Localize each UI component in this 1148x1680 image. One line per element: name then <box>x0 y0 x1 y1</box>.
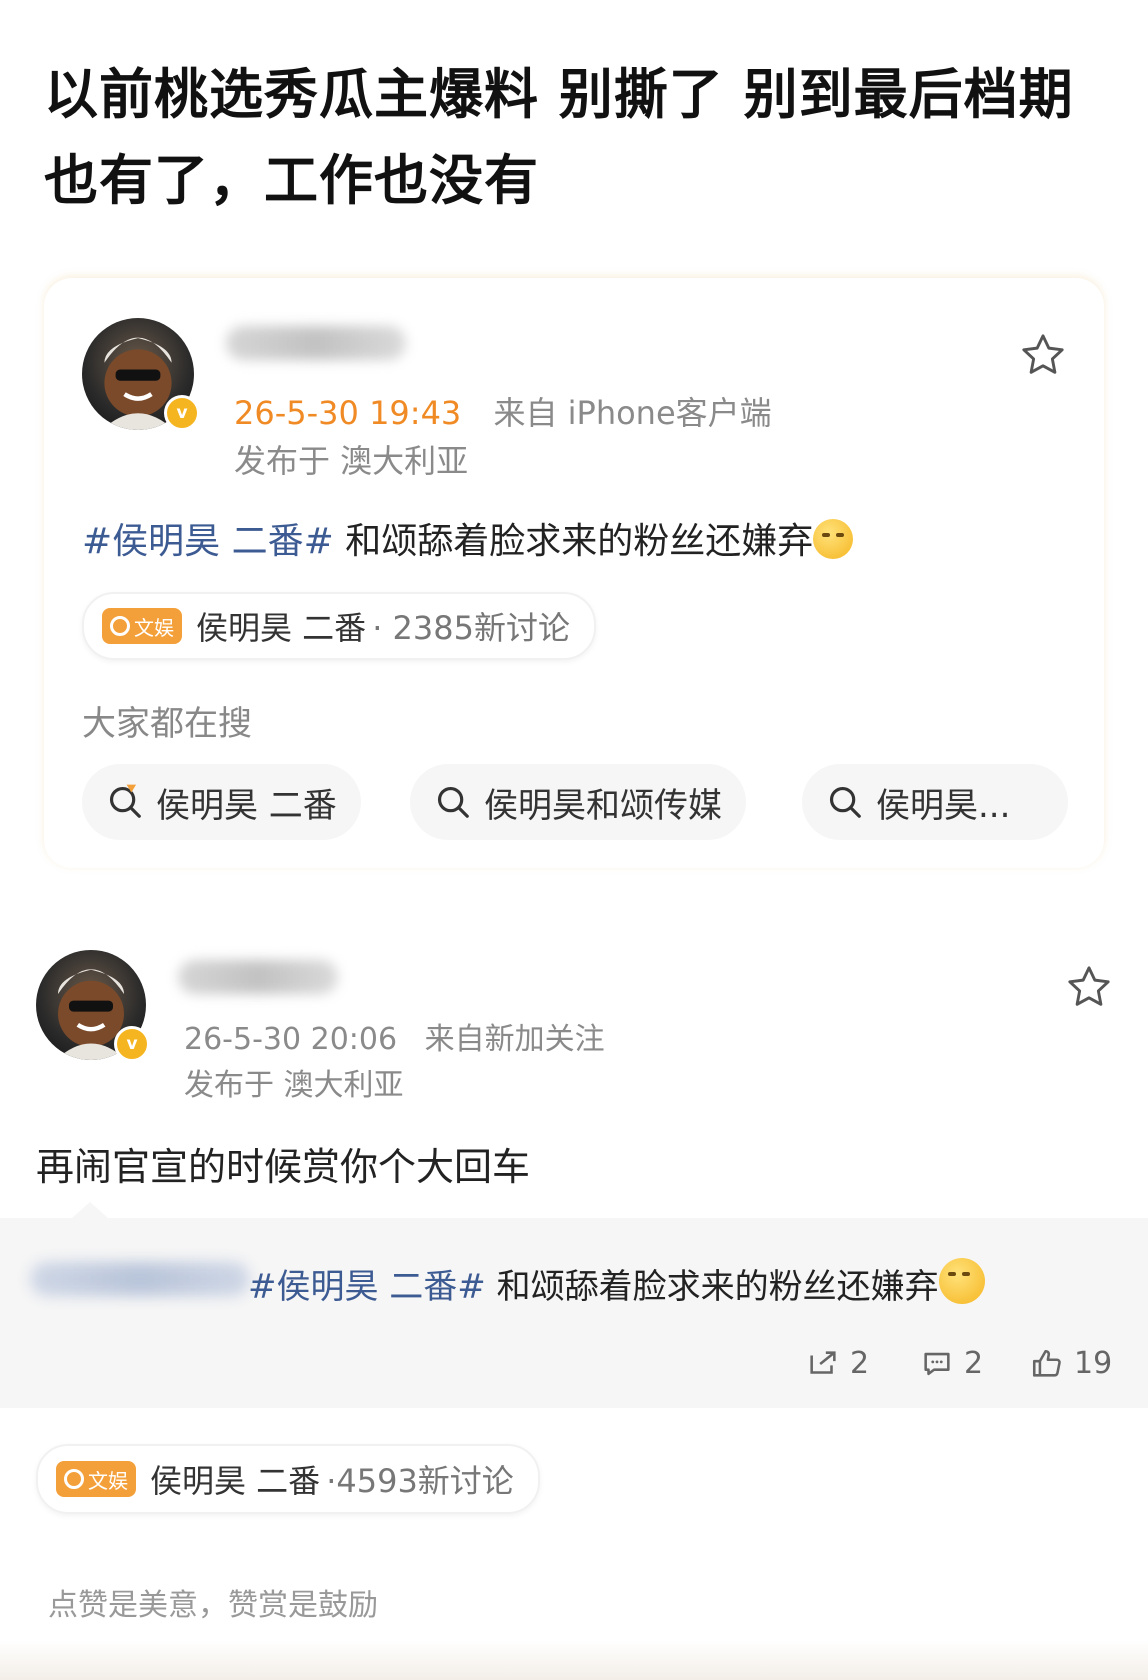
repost-icon <box>810 1350 836 1374</box>
search-icon <box>110 616 130 636</box>
post-location: 发布于 澳大利亚 <box>234 442 469 480</box>
comment-count: 2 <box>964 1346 984 1381</box>
bottom-fade <box>0 1640 1148 1680</box>
wenyu-badge-label: 文娱 <box>88 1468 128 1493</box>
topic-pill[interactable]: 文娱 侯明昊 二番 ·4593新讨论 <box>36 1444 540 1514</box>
search-icon <box>829 786 861 818</box>
post-meta: 26-5-30 20:06 来自新加关注 <box>184 1014 605 1058</box>
post-location: 发布于 澳大利亚 <box>184 1068 404 1103</box>
repost-count: 2 <box>850 1346 870 1381</box>
username-blurred[interactable] <box>226 326 406 360</box>
search-icon <box>64 1469 84 1489</box>
quoted-author-blurred[interactable] <box>30 1262 250 1296</box>
topic-count: ·4593新讨论 <box>326 1462 514 1500</box>
hashtag-link[interactable]: #侯明昊 二番# <box>82 521 334 562</box>
repost-button[interactable]: 2 <box>806 1346 869 1381</box>
post-meta: 26-5-30 19:43 来自 iPhone客户端 <box>234 388 772 434</box>
topic-count: · 2385新讨论 <box>372 609 570 647</box>
headline: 以前桃选秀瓜主爆料 别撕了 别到最后档期也有了，工作也没有 <box>44 63 1074 212</box>
post-time: 26-5-30 20:06 <box>184 1022 398 1057</box>
post-body: 再闹官宣的时候赏你个大回车 <box>36 1145 531 1189</box>
search-icon <box>437 786 469 818</box>
hashtag-link[interactable]: #侯明昊 二番# <box>248 1267 486 1307</box>
reward-hint: 点赞是美意，赞赏是鼓励 <box>48 1588 378 1623</box>
post-source: 来自 iPhone客户端 <box>493 394 772 432</box>
hot-search-icon <box>109 784 141 818</box>
like-icon <box>1032 1349 1061 1377</box>
comment-button[interactable]: 2 <box>920 1346 983 1381</box>
quote-notch <box>72 1202 108 1218</box>
search-chip-label: 侯明昊 二番 <box>156 785 337 826</box>
search-chip-2[interactable]: 侯明昊和颂传媒 <box>410 764 746 840</box>
post-text: #侯明昊 二番# 和颂舔着脸求来的粉丝还嫌弃 <box>82 512 854 564</box>
star-icon[interactable] <box>1064 962 1114 1012</box>
wenyu-badge-label: 文娱 <box>134 615 174 640</box>
verified-badge-icon: v <box>164 395 200 431</box>
like-button[interactable]: 19 <box>1030 1346 1112 1381</box>
wenyu-badge: 文娱 <box>102 608 182 644</box>
star-icon[interactable] <box>1018 330 1068 380</box>
search-chip-3[interactable]: 侯明昊... <box>802 764 1068 840</box>
topic-pill[interactable]: 文娱 侯明昊 二番 · 2385新讨论 <box>82 592 596 660</box>
post-time: 26-5-30 19:43 <box>234 394 462 432</box>
topic-name: 侯明昊 二番 <box>196 609 367 647</box>
username-blurred[interactable] <box>178 960 338 994</box>
topic-name: 侯明昊 二番 <box>150 1462 321 1500</box>
search-section-label: 大家都在搜 <box>82 704 252 744</box>
search-chip-label: 侯明昊... <box>876 785 1011 826</box>
comment-icon <box>924 1352 950 1375</box>
smirk-emoji-icon <box>813 519 854 559</box>
quoted-text: #侯明昊 二番# 和颂舔着脸求来的粉丝还嫌弃 <box>248 1258 985 1308</box>
search-chip-label: 侯明昊和颂传媒 <box>484 785 722 826</box>
smirk-emoji-icon <box>938 1258 985 1304</box>
search-chip-1[interactable]: 侯明昊 二番 <box>82 764 361 840</box>
wenyu-badge: 文娱 <box>56 1461 136 1497</box>
verified-badge-icon: v <box>114 1026 150 1062</box>
post-body: 和颂舔着脸求来的粉丝还嫌弃 <box>333 521 814 562</box>
post-source: 来自新加关注 <box>424 1022 605 1057</box>
quoted-body: 和颂舔着脸求来的粉丝还嫌弃 <box>485 1267 939 1307</box>
like-count: 19 <box>1074 1346 1113 1381</box>
